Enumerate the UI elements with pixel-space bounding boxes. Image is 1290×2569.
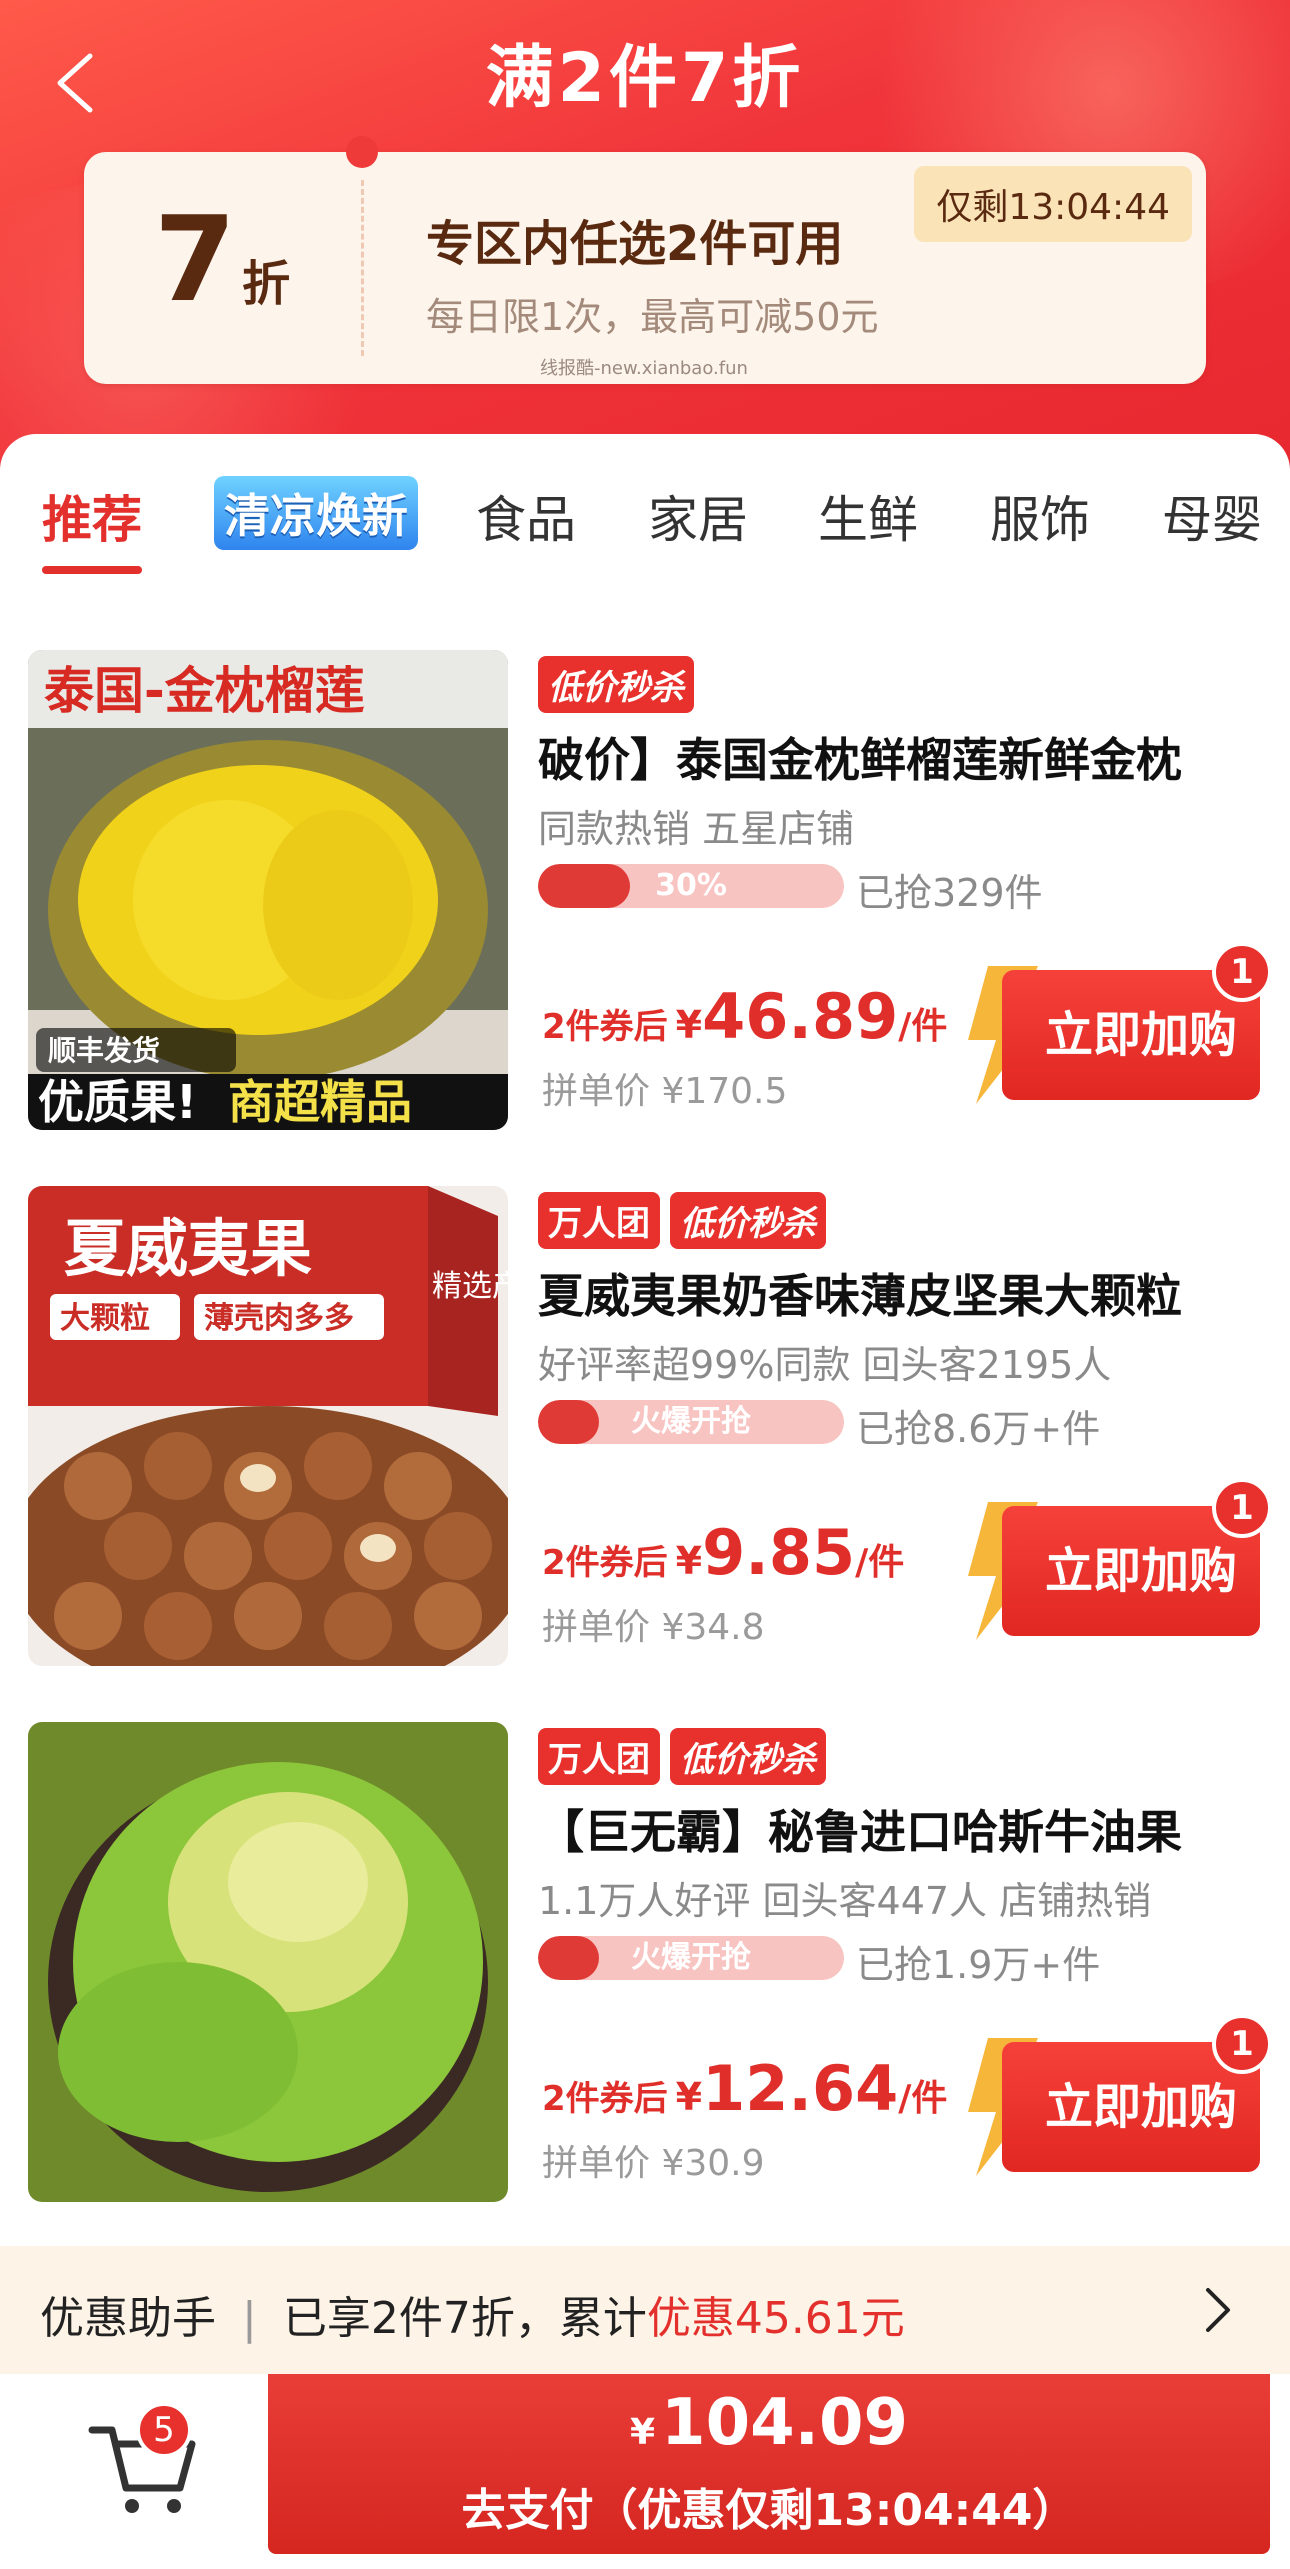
tab-food[interactable]: 食品 [476, 480, 576, 552]
original-price: 拼单价 ¥34.8 [542, 1607, 765, 1648]
tab-fresh[interactable]: 生鲜 [818, 480, 918, 552]
product-image-durian[interactable]: 泰国-金枕榴莲 顺丰发货 优质果! 商超精品 [28, 650, 508, 1130]
cart-count-badge: 5 [136, 2402, 192, 2458]
svg-text:优质果!: 优质果! [38, 1075, 197, 1129]
cart-qty-badge: 1 [1212, 942, 1272, 1002]
badge-flash-sale: 低价秒杀 [670, 1728, 826, 1785]
sold-count: 已抢1.9万+件 [856, 1943, 1101, 1987]
product-tags: 同款热销 五星店铺 [538, 807, 855, 851]
product-card[interactable]: 万人团 低价秒杀 【巨无霸】秘鲁进口哈斯牛油果 1.1万人好评 回头客447人 … [0, 1722, 1290, 2242]
badge-group-buy: 万人团 [538, 1192, 660, 1249]
badge-group-buy: 万人团 [538, 1728, 660, 1785]
product-image-macadamia[interactable]: 夏威夷果 大颗粒 薄壳肉多多 精选产地 [28, 1186, 508, 1666]
tab-maternity[interactable]: 母婴 [1162, 480, 1262, 552]
svg-text:大颗粒: 大颗粒 [60, 1301, 150, 1336]
sales-progress-bar: 火爆开抢 [538, 1936, 844, 1980]
helper-label: 优惠助手 [40, 2293, 216, 2344]
svg-text:精选产地: 精选产地 [432, 1269, 508, 1304]
product-card[interactable]: 夏威夷果 大颗粒 薄壳肉多多 精选产地 万人团 低价秒杀 夏威夷果奶香味薄皮坚果… [0, 1186, 1290, 1706]
helper-savings: 优惠45.61元 [646, 2293, 905, 2344]
category-tabs: 推荐 食品 家居 生鲜 服饰 母婴 [0, 434, 1290, 584]
promo-header: 满2件7折 7折 专区内任选2件可用 每日限1次，最高可减50元 仅剩13:04… [0, 0, 1290, 470]
chevron-right-icon [1206, 2288, 1230, 2332]
badge-flash-sale: 低价秒杀 [538, 656, 694, 713]
product-title[interactable]: 破价】泰国金枕鲜榴莲新鲜金枕 [538, 724, 1182, 790]
add-to-cart-button[interactable]: 立即加购 [958, 1502, 1260, 1640]
helper-text: 已享2件7折，累计 [282, 2293, 647, 2344]
product-card[interactable]: 泰国-金枕榴莲 顺丰发货 优质果! 商超精品 低价秒杀 破价】泰国金枕鲜榴莲新鲜… [0, 650, 1290, 1170]
product-title[interactable]: 【巨无霸】秘鲁进口哈斯牛油果 [538, 1796, 1182, 1862]
page-title: 满2件7折 [485, 39, 805, 118]
coupon-price: 2件券后 ¥12.64/件 [542, 2052, 948, 2125]
svg-text:商超精品: 商超精品 [228, 1075, 412, 1129]
sold-count: 已抢8.6万+件 [856, 1407, 1101, 1451]
watermark: 线报酷-new.xianbao.fun [540, 358, 748, 379]
product-image-avocado[interactable] [28, 1722, 508, 2202]
coupon-price: 2件券后 ¥9.85/件 [542, 1516, 905, 1589]
svg-text:薄壳肉多多: 薄壳肉多多 [204, 1301, 354, 1336]
discount-helper-bar[interactable]: 优惠助手 | 已享2件7折，累计优惠45.61元 [0, 2246, 1290, 2374]
discount-coupon: 7折 专区内任选2件可用 每日限1次，最高可减50元 仅剩13:04:44 [84, 136, 1206, 384]
original-price: 拼单价 ¥30.9 [542, 2143, 765, 2184]
sales-progress-bar: 火爆开抢 [538, 1400, 844, 1444]
product-title[interactable]: 夏威夷果奶香味薄皮坚果大颗粒 [538, 1260, 1182, 1326]
product-tags: 1.1万人好评 回头客447人 店铺热销 [538, 1879, 1152, 1923]
svg-text:夏威夷果: 夏威夷果 [64, 1212, 312, 1285]
add-to-cart-button[interactable]: 立即加购 [958, 966, 1260, 1104]
pay-total: ¥104.09 [629, 2386, 909, 2460]
tab-apparel[interactable]: 服饰 [990, 480, 1090, 552]
svg-text:泰国-金枕榴莲: 泰国-金枕榴莲 [44, 662, 365, 720]
pay-button[interactable]: ¥104.09 去支付（优惠仅剩13:04:44） [268, 2374, 1270, 2554]
coupon-discount: 7折 [154, 190, 291, 328]
tab-cool-refresh[interactable]: 清凉焕新 [214, 476, 418, 550]
original-price: 拼单价 ¥170.5 [542, 1071, 788, 1112]
sales-progress-bar: 30% [538, 864, 844, 908]
cart-qty-badge: 1 [1212, 1478, 1272, 1538]
product-tags: 好评率超99%同款 回头客2195人 [538, 1343, 1112, 1387]
tab-recommend[interactable]: 推荐 [42, 480, 142, 552]
svg-text:顺丰发货: 顺丰发货 [48, 1034, 160, 1067]
pay-label: 去支付（优惠仅剩13:04:44） [461, 2485, 1077, 2536]
tab-home[interactable]: 家居 [648, 480, 748, 552]
coupon-price: 2件券后 ¥46.89/件 [542, 980, 948, 1053]
coupon-subtitle: 每日限1次，最高可减50元 [426, 295, 879, 339]
active-tab-indicator [42, 566, 142, 574]
coupon-title: 专区内任选2件可用 [426, 216, 844, 272]
cart-qty-badge: 1 [1212, 2014, 1272, 2074]
badge-flash-sale: 低价秒杀 [670, 1192, 826, 1249]
coupon-timer: 仅剩13:04:44 [914, 166, 1192, 242]
add-to-cart-button[interactable]: 立即加购 [958, 2038, 1260, 2176]
sold-count: 已抢329件 [856, 871, 1043, 915]
